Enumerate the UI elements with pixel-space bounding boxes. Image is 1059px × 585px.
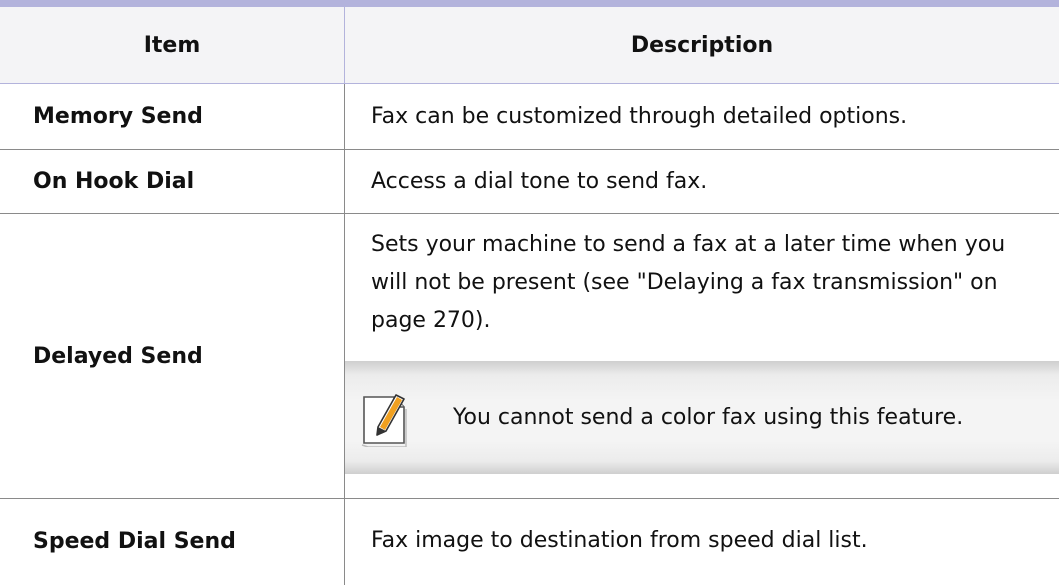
description-line: page 270). [371, 308, 491, 333]
table-header-row: Item Description [0, 7, 1059, 84]
table-row: Speed Dial Send Fax image to destination… [0, 499, 1059, 585]
note-box: You cannot send a color fax using this f… [345, 361, 1059, 474]
row-item-on-hook-dial: On Hook Dial [33, 169, 195, 194]
note-text: You cannot send a color fax using this f… [453, 405, 964, 430]
row-description-speed-dial-send: Fax image to destination from speed dial… [371, 528, 868, 553]
column-divider [344, 7, 345, 84]
row-item-delayed-send: Delayed Send [33, 343, 203, 369]
table-row: Memory Send Fax can be customized throug… [0, 84, 1059, 150]
description-line: will not be present (see "Delaying a fax… [371, 270, 998, 295]
table-top-rule [0, 0, 1059, 7]
column-divider [344, 84, 345, 585]
row-description-delayed-send: Sets your machine to send a fax at a lat… [371, 226, 1037, 340]
row-description-on-hook-dial: Access a dial tone to send fax. [371, 169, 708, 194]
description-line: Sets your machine to send a fax at a lat… [371, 232, 1006, 257]
table-row: On Hook Dial Access a dial tone to send … [0, 150, 1059, 214]
row-description-memory-send: Fax can be customized through detailed o… [371, 104, 908, 129]
note-pencil-icon [360, 389, 410, 448]
header-description: Description [630, 32, 774, 58]
row-item-speed-dial-send: Speed Dial Send [33, 528, 236, 554]
header-item: Item [143, 32, 201, 58]
row-item-memory-send: Memory Send [33, 104, 203, 129]
